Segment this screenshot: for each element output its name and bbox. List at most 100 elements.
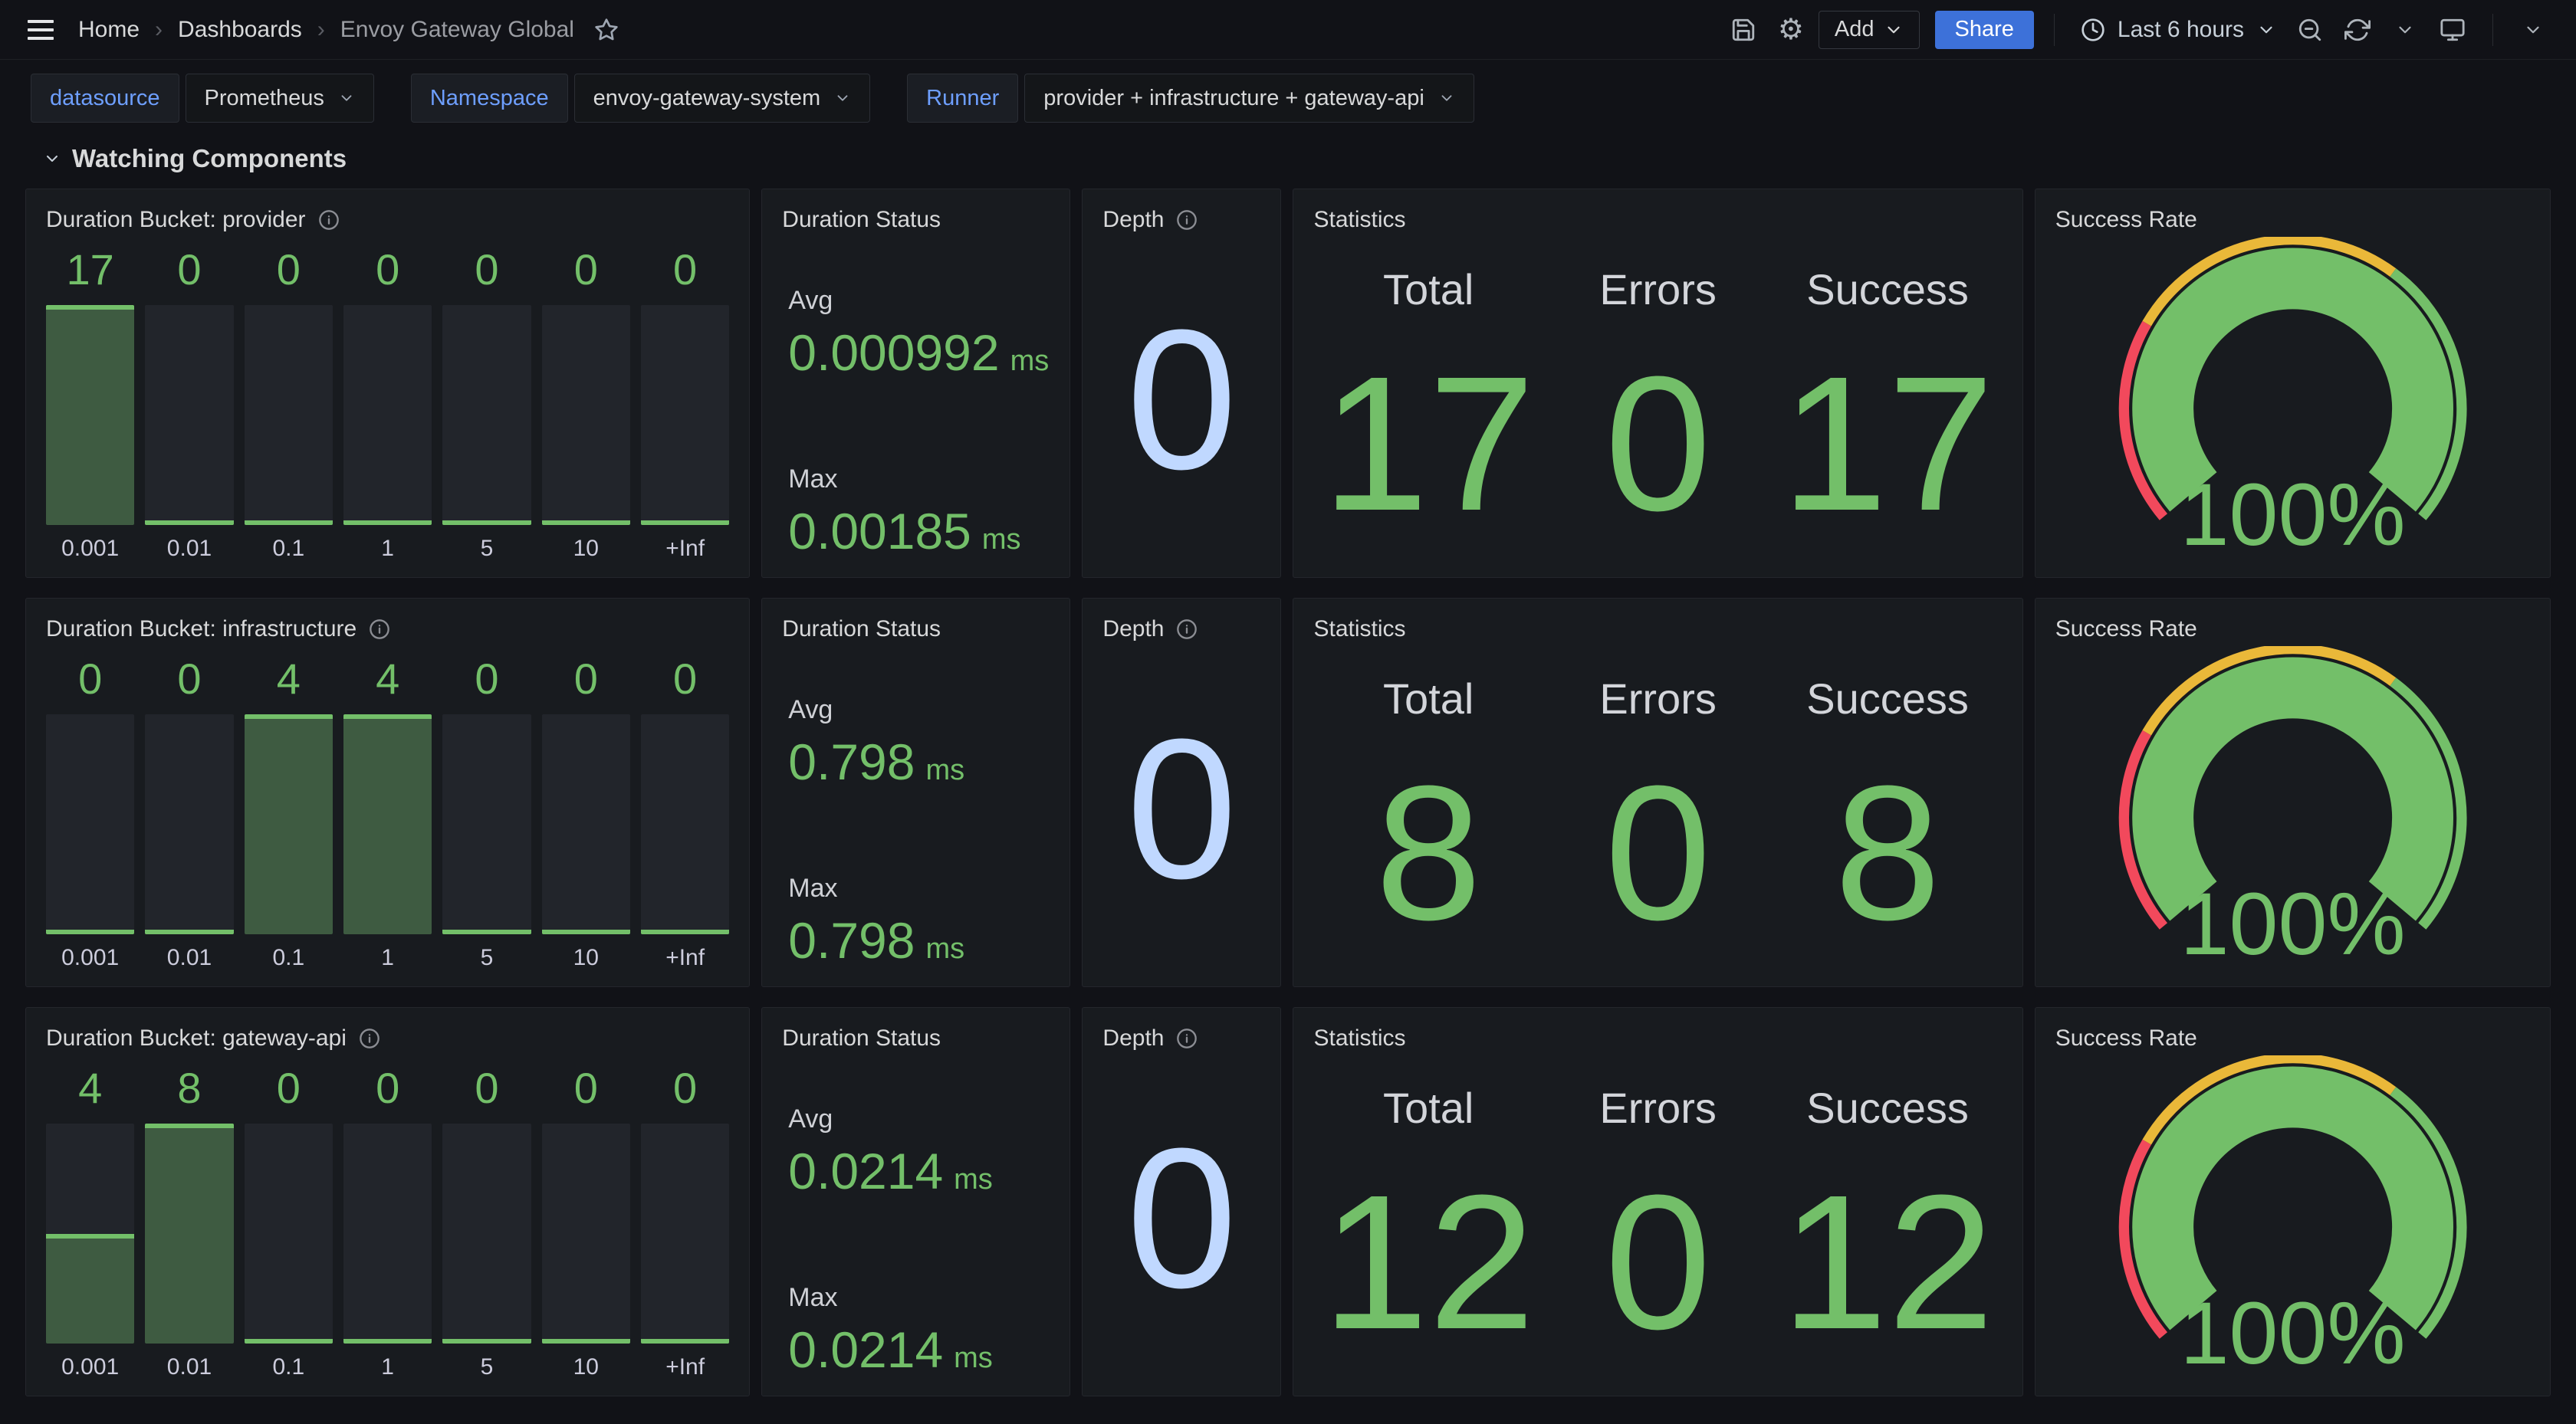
panel-title-text: Success Rate (2055, 616, 2197, 642)
info-icon[interactable] (1176, 209, 1198, 231)
unit-label: ms (954, 1163, 993, 1196)
runner-select[interactable]: provider + infrastructure + gateway-api (1024, 74, 1474, 123)
panel-title[interactable]: Duration Status (782, 203, 1050, 237)
zoom-out-time-button[interactable] (2290, 10, 2330, 50)
panel-title-text: Depth (1102, 207, 1164, 233)
panel-title-text: Duration Status (782, 1025, 941, 1052)
row-title: Watching Components (72, 144, 347, 173)
breadcrumb-current: Envoy Gateway Global (340, 17, 574, 43)
panel-title[interactable]: Depth (1102, 203, 1260, 237)
panel-title[interactable]: Duration Status (782, 1022, 1050, 1055)
panel-title[interactable]: Depth (1102, 1022, 1260, 1055)
stat-value: 12 (1322, 1166, 1535, 1358)
breadcrumb-home[interactable]: Home (78, 17, 140, 43)
panel-duration-bucket: Duration Bucket: infrastructure 00.00100… (25, 598, 750, 987)
bar-track (641, 305, 729, 525)
favorite-star-button[interactable] (594, 18, 619, 42)
panel-title[interactable]: Duration Status (782, 612, 1050, 646)
max-stat: Max 0.00185 ms (788, 464, 1050, 560)
panel-title[interactable]: Statistics (1313, 612, 2002, 646)
bar-category-label: 0.1 (245, 525, 333, 563)
bar-value-label: 0 (343, 1055, 432, 1124)
unit-label: ms (982, 523, 1021, 556)
top-nav: Home › Dashboards › Envoy Gateway Global… (0, 0, 2576, 60)
bar-fill (641, 930, 729, 934)
refresh-icon (2344, 17, 2371, 43)
panel-title[interactable]: Statistics (1313, 203, 2002, 237)
bar-track (46, 714, 134, 934)
bar-column: 05 (442, 646, 531, 973)
dashboard-settings-button[interactable]: ⚙ (1771, 10, 1811, 50)
panel-title[interactable]: Duration Bucket: provider (46, 203, 729, 237)
filter-label: datasource (31, 74, 179, 123)
panel-title-text: Depth (1102, 1025, 1164, 1052)
stat-header: Total (1383, 264, 1474, 314)
add-button[interactable]: Add (1819, 11, 1920, 49)
chevron-down-icon (1884, 20, 1904, 40)
bar-track (542, 305, 630, 525)
namespace-value: envoy-gateway-system (593, 86, 821, 111)
panel-title[interactable]: Depth (1102, 612, 1260, 646)
bar-fill (145, 1124, 233, 1344)
time-range-picker[interactable]: Last 6 hours (2075, 17, 2282, 43)
max-stat: Max 0.798 ms (788, 874, 1050, 970)
refresh-button[interactable] (2338, 10, 2377, 50)
stat-header: Success (1806, 674, 1969, 723)
panel-success-rate: Success Rate 100% (2035, 1007, 2551, 1396)
panel-title[interactable]: Success Rate (2055, 203, 2530, 237)
svg-text:100%: 100% (2180, 875, 2405, 973)
datasource-select[interactable]: Prometheus (186, 74, 374, 123)
statistics-columns: Total 12 Errors 0 Success 12 (1313, 1055, 2002, 1382)
stat-total: Total 17 (1313, 264, 1543, 563)
share-button[interactable]: Share (1935, 11, 2034, 49)
bar-column: 010 (542, 1055, 630, 1382)
bar-track (442, 305, 531, 525)
stat-value: 17 (1781, 348, 1994, 540)
bar-column: 0+Inf (641, 646, 729, 973)
bar-column: 010 (542, 646, 630, 973)
statistics-columns: Total 8 Errors 0 Success 8 (1313, 646, 2002, 973)
panel-title[interactable]: Duration Bucket: infrastructure (46, 612, 729, 646)
duration-stats: Avg 0.0214 ms Max 0.0214 ms (782, 1055, 1050, 1382)
panel-title[interactable]: Duration Bucket: gateway-api (46, 1022, 729, 1055)
info-icon[interactable] (369, 618, 390, 640)
bar-column: 00.01 (145, 237, 233, 563)
panel-depth: Depth 0 (1082, 1007, 1281, 1396)
save-dashboard-button[interactable] (1723, 10, 1763, 50)
bar-value-label: 0 (442, 646, 531, 714)
panel-title[interactable]: Success Rate (2055, 1022, 2530, 1055)
panel-title-text: Statistics (1313, 207, 1405, 233)
bar-column: 40.001 (46, 1055, 134, 1382)
chevron-down-icon (834, 90, 851, 107)
max-label: Max (788, 1283, 1050, 1313)
panel-title[interactable]: Success Rate (2055, 612, 2530, 646)
time-range-label: Last 6 hours (2118, 17, 2244, 43)
bar-category-label: 5 (442, 1344, 531, 1382)
panel-title[interactable]: Statistics (1313, 1022, 2002, 1055)
namespace-select[interactable]: envoy-gateway-system (574, 74, 871, 123)
chevron-down-icon (338, 90, 355, 107)
bar-column: 010 (542, 237, 630, 563)
collapse-topbar-button[interactable] (2513, 10, 2553, 50)
bar-value-label: 0 (442, 1055, 531, 1124)
filter-namespace: Namespace envoy-gateway-system (411, 74, 870, 123)
bar-fill (245, 714, 333, 934)
info-icon[interactable] (318, 209, 340, 231)
panel-title-text: Duration Bucket: infrastructure (46, 616, 356, 642)
row-toggle-watching-components[interactable]: Watching Components (0, 123, 2576, 185)
stat-success: Success 17 (1773, 264, 2002, 563)
breadcrumb-dashboards[interactable]: Dashboards (178, 17, 302, 43)
bar-column: 80.01 (145, 1055, 233, 1382)
info-icon[interactable] (1176, 618, 1198, 640)
bar-value-label: 0 (542, 646, 630, 714)
menu-toggle-button[interactable] (23, 15, 58, 44)
bar-column: 05 (442, 1055, 531, 1382)
stat-value: 12 (1781, 1166, 1994, 1358)
bar-track (343, 714, 432, 934)
refresh-interval-dropdown[interactable] (2385, 10, 2425, 50)
kiosk-mode-button[interactable] (2433, 10, 2472, 50)
info-icon[interactable] (359, 1028, 380, 1049)
info-icon[interactable] (1176, 1028, 1198, 1049)
bar-column: 0+Inf (641, 1055, 729, 1382)
bar-category-label: 0.001 (46, 934, 134, 973)
